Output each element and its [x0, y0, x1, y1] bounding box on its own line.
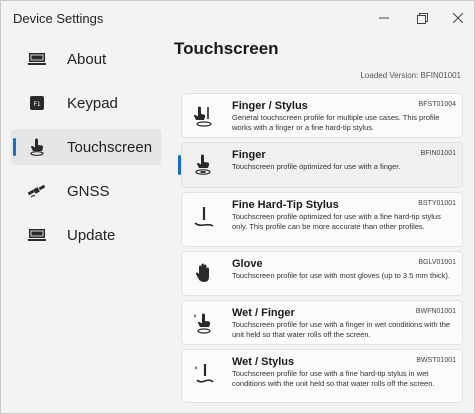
finger-stylus-icon: [192, 104, 216, 128]
glove-icon: [192, 262, 216, 286]
profile-wet-finger[interactable]: Wet / Finger BWFN01001 Touchscreen profi…: [181, 300, 463, 345]
monitor-icon: [27, 226, 47, 244]
finger-touch-icon: [192, 154, 216, 178]
profile-fine-hard-tip-stylus[interactable]: Fine Hard-Tip Stylus BSTY01001 Touchscre…: [181, 192, 463, 247]
sidebar-item-label: Keypad: [67, 94, 118, 112]
satellite-icon: [27, 182, 47, 200]
profile-code: BGLV01001: [418, 259, 456, 266]
profile-description: Touchscreen profile for use with most gl…: [232, 271, 451, 280]
profile-name: Finger: [232, 149, 266, 161]
sidebar-item-label: GNSS: [67, 182, 110, 200]
loaded-version: Loaded Version: BFIN01001: [360, 71, 461, 80]
profile-code: BSTY01001: [418, 200, 456, 207]
sidebar-item-label: About: [67, 50, 107, 68]
sidebar-nav: About F1 Keypad Touchscreen GNSS Update: [11, 41, 161, 261]
sidebar-item-about[interactable]: About: [11, 41, 161, 77]
minimize-icon[interactable]: [371, 7, 397, 29]
sidebar-item-gnss[interactable]: GNSS: [11, 173, 161, 209]
sidebar-item-label: Touchscreen: [67, 138, 153, 156]
monitor-icon: [27, 50, 47, 68]
profile-name: Fine Hard-Tip Stylus: [232, 199, 339, 211]
device-settings-window: Device Settings About F1 Keypad Touchscr…: [0, 0, 475, 414]
keypad-icon: F1: [27, 94, 47, 112]
profile-code: BWFN01001: [415, 308, 456, 315]
wet-finger-icon: [192, 311, 216, 335]
profile-finger[interactable]: Finger BFIN01001 Touchscreen profile opt…: [181, 142, 463, 188]
profile-wet-stylus[interactable]: Wet / Stylus BWST01001 Touchscreen profi…: [181, 349, 463, 403]
active-profile-indicator: [178, 155, 181, 175]
profile-code: BFIN01001: [420, 150, 456, 157]
profile-code: BWST01001: [416, 357, 456, 364]
wet-stylus-icon: [192, 362, 216, 386]
profile-name: Finger / Stylus: [232, 100, 308, 112]
sidebar-item-label: Update: [67, 226, 116, 244]
close-icon[interactable]: [445, 7, 471, 29]
sidebar-item-touchscreen[interactable]: Touchscreen: [11, 129, 161, 165]
restore-icon[interactable]: [409, 7, 435, 29]
profile-description: Touchscreen profile for use with a fine …: [232, 369, 435, 388]
touch-hand-icon: [27, 138, 47, 156]
sidebar-item-update[interactable]: Update: [11, 217, 161, 253]
profile-name: Wet / Stylus: [232, 356, 295, 368]
profile-description: General touchscreen profile for multiple…: [232, 113, 440, 132]
profile-description: Touchscreen profile optimized for use wi…: [232, 162, 401, 171]
profile-description: Touchscreen profile for use with a finge…: [232, 320, 451, 339]
profile-description: Touchscreen profile optimized for use wi…: [232, 212, 441, 231]
page-title: Touchscreen: [174, 39, 279, 58]
profile-finger-stylus[interactable]: Finger / Stylus BFST01004 General touchs…: [181, 93, 463, 138]
svg-text:F1: F1: [33, 102, 41, 108]
title-bar: Device Settings: [1, 1, 474, 37]
profile-name: Glove: [232, 258, 263, 270]
profile-name: Wet / Finger: [232, 307, 295, 319]
sidebar-item-keypad[interactable]: F1 Keypad: [11, 85, 161, 121]
profile-code: BFST01004: [418, 101, 456, 108]
window-title: Device Settings: [13, 11, 104, 26]
stylus-icon: [192, 205, 216, 229]
profile-glove[interactable]: Glove BGLV01001 Touchscreen profile for …: [181, 251, 463, 296]
